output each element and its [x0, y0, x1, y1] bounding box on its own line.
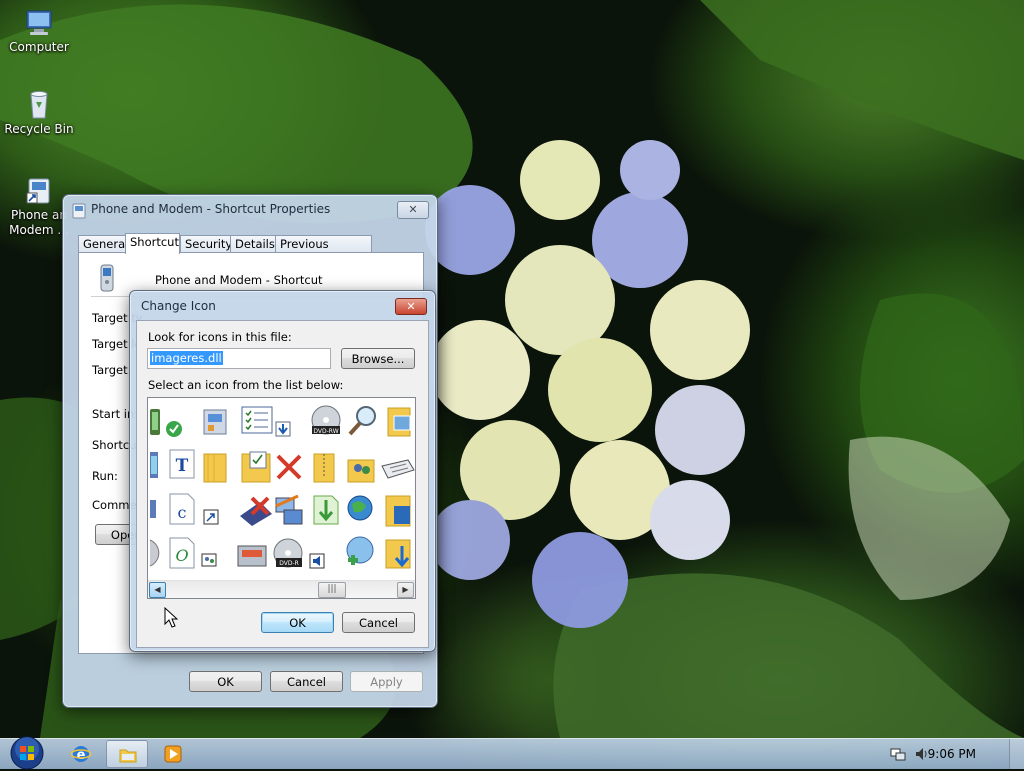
- network-tray-icon[interactable]: [890, 746, 906, 762]
- tablet-icon: [150, 452, 158, 478]
- shortcut-properties-icon: [72, 203, 86, 219]
- o-doc-icon: O: [169, 537, 195, 569]
- chevron-right-icon: ▶: [402, 585, 409, 594]
- keyboard-icon: [381, 459, 415, 479]
- folder-blue-icon: [385, 495, 411, 527]
- look-for-label: Look for icons in this file:: [148, 330, 292, 344]
- text-doc-icon: c: [169, 493, 195, 525]
- folder-check-icon: [241, 451, 271, 483]
- check-icon: [166, 421, 182, 437]
- start-orb-icon[interactable]: [8, 735, 46, 771]
- download-icon: [275, 421, 291, 437]
- horizontal-scrollbar[interactable]: ◀ ||| ▶: [148, 580, 415, 598]
- windows-explorer-icon: [119, 749, 137, 763]
- folder-picture-icon: [387, 407, 411, 437]
- close-button[interactable]: ✕: [397, 201, 429, 219]
- download-doc-icon: [313, 495, 339, 525]
- folder-zip-icon: [313, 453, 335, 483]
- desktop-icon-label: Computer: [9, 40, 69, 54]
- cancel-button[interactable]: Cancel: [270, 671, 343, 692]
- globe-icon: [347, 495, 373, 521]
- folder-icon: [203, 453, 227, 483]
- close-icon: ✕: [406, 300, 416, 313]
- icon-list[interactable]: DVD-RW T c O DVD-R ◀ ||| ▶: [147, 397, 416, 599]
- media-player-icon: [164, 745, 182, 763]
- speaker-icon: [309, 553, 325, 569]
- icon-grid: DVD-RW T c O DVD-R: [149, 405, 415, 569]
- run-label: Run:: [92, 469, 118, 483]
- svg-text:DVD-RW: DVD-RW: [313, 428, 338, 435]
- dialog-close-button[interactable]: ✕: [395, 298, 427, 315]
- recycle-bin-icon: [30, 91, 48, 119]
- scroll-left-button[interactable]: ◀: [149, 582, 166, 598]
- dvd-r-icon: DVD-R: [273, 538, 303, 568]
- taskbar-media-player[interactable]: [152, 740, 194, 768]
- control-panel-icon: [203, 409, 227, 435]
- mouse-cursor-icon: [164, 607, 178, 628]
- browse-button[interactable]: Browse...: [341, 348, 415, 369]
- phone-modem-icon: [100, 264, 114, 292]
- phone-icon: [150, 409, 160, 435]
- taskbar-windows-explorer[interactable]: [106, 740, 148, 768]
- internet-explorer-icon: e: [71, 746, 91, 763]
- dialog-ok-button[interactable]: OK: [261, 612, 334, 633]
- dialog-cancel-button[interactable]: Cancel: [342, 612, 415, 633]
- svg-text:DVD-R: DVD-R: [279, 560, 299, 567]
- clock[interactable]: 9:06 PM: [928, 747, 976, 761]
- dvd-rw-icon: DVD-RW: [311, 405, 341, 435]
- checklist-icon: [241, 406, 273, 434]
- icon-file-input[interactable]: imageres.dll: [147, 348, 331, 369]
- icon-file-value: imageres.dll: [150, 351, 223, 365]
- shortcut-arrow-icon: [203, 509, 219, 525]
- scroll-right-button[interactable]: ▶: [397, 582, 414, 598]
- users-doc-icon: [201, 553, 217, 567]
- network-icon: [275, 494, 303, 525]
- scanner-icon: [237, 545, 267, 567]
- tab-security[interactable]: Security: [180, 235, 232, 253]
- shortcut-name: Phone and Modem - Shortcut: [155, 273, 323, 287]
- globe-add-icon: [346, 536, 374, 565]
- text-icon: T: [169, 449, 195, 479]
- red-x-icon: [276, 454, 302, 480]
- disk-remove-icon: [240, 496, 272, 526]
- scroll-thumb[interactable]: |||: [318, 582, 346, 598]
- select-icon-label: Select an icon from the list below:: [148, 378, 344, 392]
- window-title: Phone and Modem - Shortcut Properties: [91, 202, 331, 216]
- tab-details[interactable]: Details: [230, 235, 277, 253]
- taskbar: e 9:06 PM: [0, 735, 1024, 771]
- show-desktop-button[interactable]: [1009, 739, 1024, 769]
- tab-general[interactable]: General: [78, 235, 130, 253]
- ok-button[interactable]: OK: [189, 671, 262, 692]
- close-icon: ✕: [408, 203, 418, 216]
- tab-shortcut[interactable]: Shortcut: [125, 233, 180, 254]
- desktop-icon-recycle-bin[interactable]: Recycle Bin: [1, 88, 77, 137]
- chevron-left-icon: ◀: [154, 585, 161, 594]
- pen-icon: [150, 500, 156, 518]
- change-icon-dialog: Change Icon ✕ Look for icons in this fil…: [129, 290, 436, 652]
- dialog-title: Change Icon: [141, 299, 216, 313]
- svg-text:O: O: [175, 546, 188, 565]
- apply-button[interactable]: Apply: [350, 671, 423, 692]
- desktop-icon-computer[interactable]: Computer: [1, 8, 77, 55]
- shortcut-icon: [26, 178, 50, 204]
- users-icon: [347, 459, 375, 483]
- computer-icon: [26, 10, 52, 35]
- target-label: Target:: [92, 363, 132, 377]
- desktop-icon-label: Recycle Bin: [4, 122, 74, 136]
- folder-down-icon: [385, 539, 411, 569]
- dialog-body: Look for icons in this file: imageres.dl…: [136, 320, 429, 648]
- search-icon: [348, 406, 376, 436]
- disc-icon: [149, 539, 160, 567]
- svg-text:c: c: [178, 503, 187, 522]
- taskbar-internet-explorer[interactable]: e: [60, 740, 102, 768]
- svg-text:T: T: [176, 456, 189, 476]
- tab-previous-versions[interactable]: Previous Versions: [275, 235, 372, 268]
